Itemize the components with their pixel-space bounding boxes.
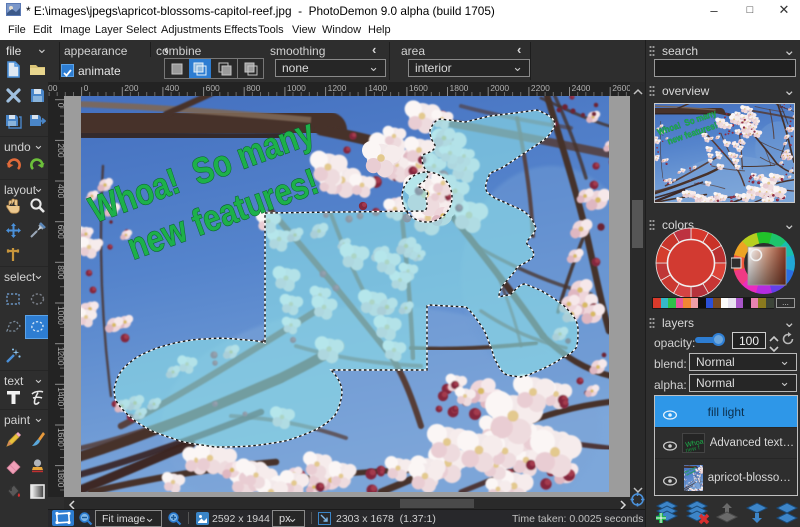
svg-text:1600: 1600 [56, 428, 64, 447]
svg-text:400: 400 [56, 184, 64, 198]
svg-text:1600: 1600 [409, 83, 428, 93]
svg-text:00: 00 [48, 83, 58, 93]
svg-text:600: 600 [206, 83, 220, 93]
svg-text:400: 400 [165, 83, 179, 93]
svg-text:1800: 1800 [450, 83, 469, 93]
svg-text:2400: 2400 [572, 83, 591, 93]
svg-text:600: 600 [56, 225, 64, 239]
svg-text:0: 0 [56, 103, 64, 108]
svg-text:1000: 1000 [287, 83, 306, 93]
svg-text:200: 200 [124, 83, 138, 93]
svg-text:2200: 2200 [531, 83, 550, 93]
svg-text:1200: 1200 [328, 83, 347, 93]
svg-text:1800: 1800 [56, 469, 64, 488]
svg-text:800: 800 [56, 265, 64, 279]
svg-text:200: 200 [56, 143, 64, 157]
svg-text:1200: 1200 [56, 347, 64, 366]
svg-text:1400: 1400 [368, 83, 387, 93]
svg-text:800: 800 [246, 83, 260, 93]
svg-text:1400: 1400 [56, 387, 64, 406]
svg-text:2600: 2600 [612, 83, 630, 93]
svg-text:1000: 1000 [56, 306, 64, 325]
svg-text:2000: 2000 [490, 83, 509, 93]
svg-text:0: 0 [84, 83, 89, 93]
